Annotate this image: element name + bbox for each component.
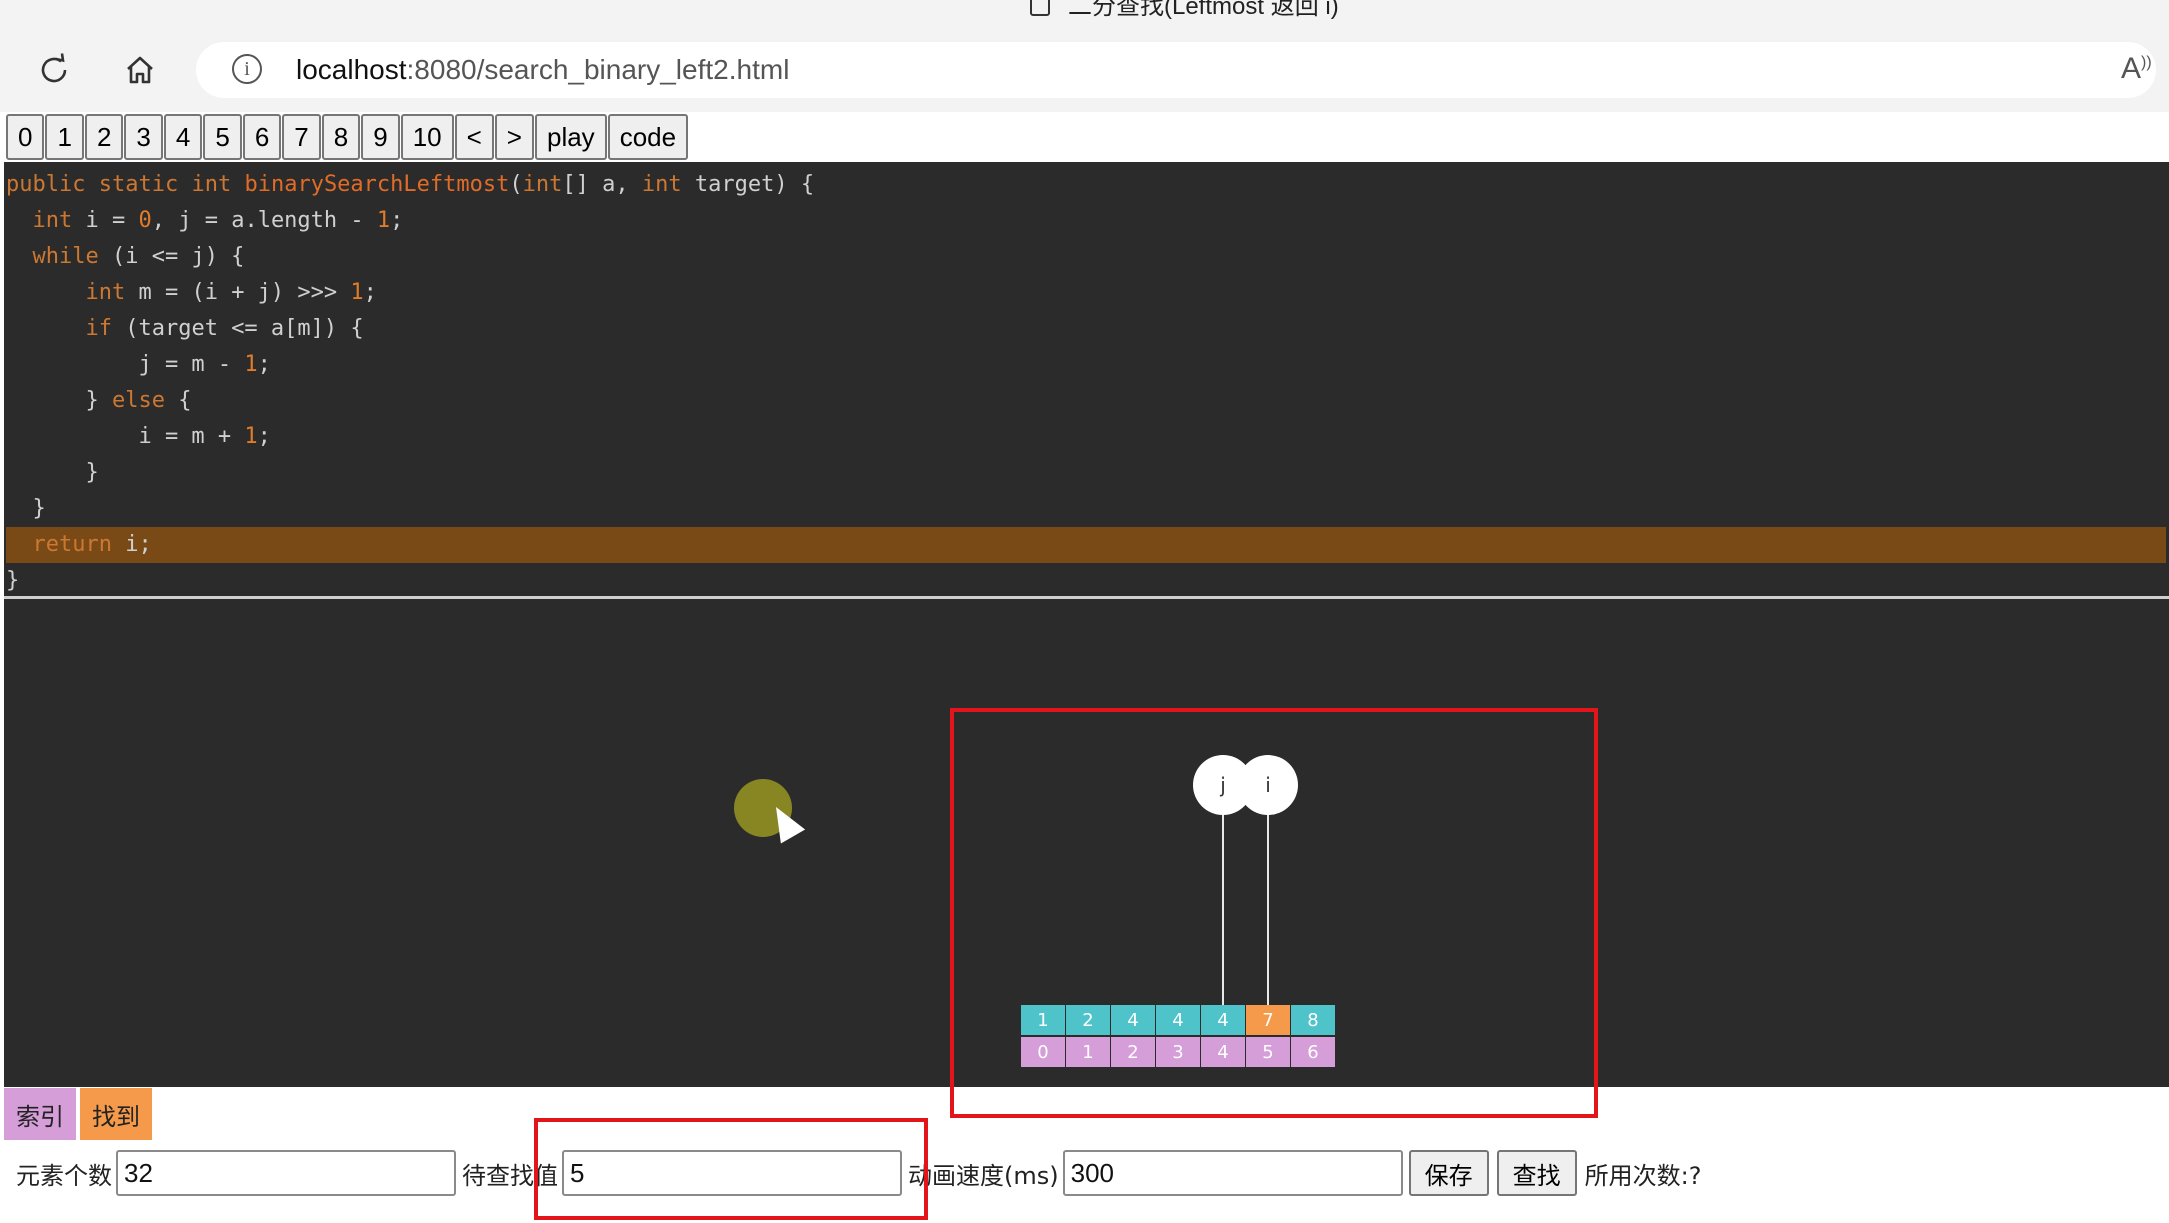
- code-line: return i;: [6, 527, 2166, 563]
- step-button-12[interactable]: >: [494, 114, 534, 160]
- step-button-7[interactable]: 7: [282, 114, 321, 160]
- code-panel: public static int binarySearchLeftmost(i…: [4, 162, 2169, 596]
- speed-label: 动画速度(ms): [908, 1161, 1059, 1190]
- code-block: public static int binarySearchLeftmost(i…: [6, 167, 2166, 596]
- site-info-icon[interactable]: i: [232, 54, 262, 84]
- window-title-bar: 二分查找(Leftmost 返回 i): [0, 0, 2169, 22]
- step-button-4[interactable]: 4: [163, 114, 203, 160]
- code-line: } else {: [6, 388, 192, 413]
- home-icon: [127, 56, 153, 84]
- annotation-box-target-input: [534, 1118, 928, 1220]
- browser-toolbar: i localhost:8080/search_binary_left2.htm…: [0, 22, 2169, 112]
- home-button[interactable]: [110, 40, 170, 100]
- code-line: }: [6, 568, 20, 593]
- count-label: 元素个数: [16, 1161, 112, 1190]
- reload-button[interactable]: [24, 40, 84, 100]
- step-button-1[interactable]: 1: [45, 114, 84, 160]
- read-aloud-icon[interactable]: A)): [2121, 52, 2152, 86]
- step-button-11[interactable]: <: [454, 114, 494, 160]
- reload-icon: [41, 53, 67, 83]
- step-button-5[interactable]: 5: [203, 114, 242, 160]
- step-button-10[interactable]: 10: [400, 114, 454, 160]
- step-button-6[interactable]: 6: [242, 114, 282, 160]
- step-button-row: 0 1 2 3 4 5 6 7 8 9 10 < > play code: [6, 114, 689, 160]
- code-line: i = m + 1;: [6, 424, 271, 449]
- step-button-14[interactable]: code: [607, 114, 689, 160]
- step-button-8[interactable]: 8: [321, 114, 361, 160]
- url-path: :8080/search_binary_left2.html: [406, 54, 790, 85]
- code-line: if (target <= a[m]) {: [85, 316, 364, 341]
- legend: 索引 找到: [4, 1088, 152, 1140]
- step-button-2[interactable]: 2: [84, 114, 124, 160]
- step-button-13[interactable]: play: [534, 114, 607, 160]
- code-line: }: [6, 496, 46, 521]
- code-line: }: [6, 460, 99, 485]
- annotation-box-visualization: [950, 708, 1598, 1118]
- step-button-9[interactable]: 9: [361, 114, 400, 160]
- legend-found: 找到: [80, 1088, 152, 1140]
- legend-index: 索引: [4, 1088, 76, 1140]
- address-bar[interactable]: i localhost:8080/search_binary_left2.htm…: [196, 42, 2156, 98]
- speed-input[interactable]: [1062, 1150, 1403, 1196]
- code-line: int m = (i + j) >>> 1;: [85, 280, 377, 305]
- count-input[interactable]: [116, 1150, 456, 1196]
- search-button[interactable]: 查找: [1496, 1150, 1577, 1196]
- attempts-label: 所用次数:?: [1584, 1161, 1702, 1190]
- tab-title-group: 二分查找(Leftmost 返回 i): [1030, 0, 1339, 21]
- page-icon: [1030, 0, 1050, 16]
- url-host: localhost: [296, 54, 407, 85]
- step-button-3[interactable]: 3: [124, 114, 163, 160]
- tab-title: 二分查找(Leftmost 返回 i): [1068, 0, 1339, 20]
- code-line: j = m - 1;: [6, 352, 271, 377]
- step-button-0[interactable]: 0: [6, 114, 45, 160]
- code-line: int i = 0, j = a.length - 1;: [32, 208, 404, 233]
- url-text[interactable]: localhost:8080/search_binary_left2.html: [296, 54, 789, 86]
- code-line: while (i <= j) {: [32, 244, 245, 269]
- save-button[interactable]: 保存: [1408, 1150, 1489, 1196]
- code-line: public static int binarySearchLeftmost(i…: [6, 172, 815, 197]
